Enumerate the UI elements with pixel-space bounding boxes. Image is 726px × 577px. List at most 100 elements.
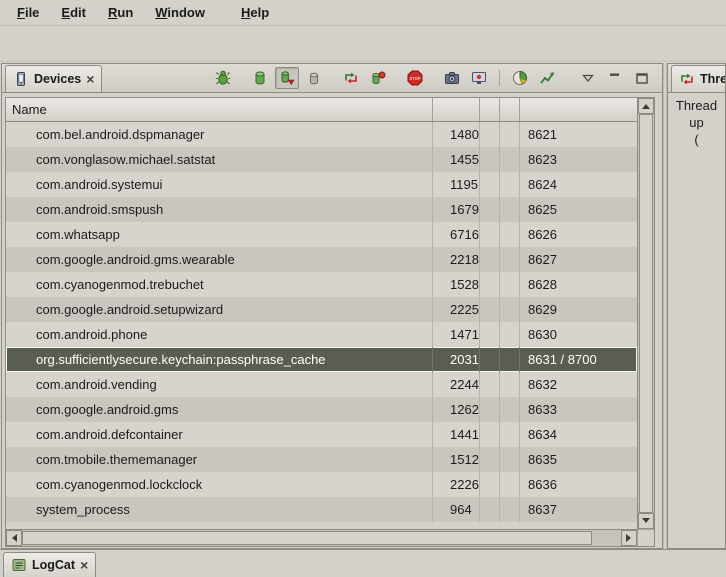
tab-devices[interactable]: Devices × (5, 65, 102, 92)
table-row[interactable]: com.android.phone14718630 (6, 322, 637, 347)
close-icon[interactable]: × (80, 559, 88, 571)
column-header-a[interactable] (480, 98, 500, 121)
table-row[interactable]: com.vonglasow.michael.satstat145538623 (6, 147, 637, 172)
screen-capture-icon (444, 70, 460, 86)
pid-cell: 1195 (433, 172, 480, 197)
port-cell: 8625 (520, 197, 637, 222)
process-name-cell: org.sufficientlysecure.keychain:passphra… (6, 347, 433, 372)
table-row[interactable]: com.android.smspush16798625 (6, 197, 637, 222)
process-name-cell: com.cyanogenmod.lockclock (6, 472, 433, 497)
left-arrow-icon (8, 534, 17, 542)
process-name-cell: com.whatsapp (6, 222, 433, 247)
table-row[interactable]: com.google.android.gms126238633 (6, 397, 637, 422)
debug-cell (500, 297, 520, 322)
svg-text:STOP: STOP (409, 75, 421, 80)
debug-cell (500, 372, 520, 397)
status-cell (480, 447, 500, 472)
update-heap-icon (252, 70, 268, 86)
debug-cell (500, 147, 520, 172)
port-cell: 8628 (520, 272, 637, 297)
dump-hprof-button[interactable] (275, 67, 299, 89)
pid-cell: 964 (433, 497, 480, 522)
system-info-icon (512, 70, 528, 86)
table-row[interactable]: com.android.defcontainer144118634 (6, 422, 637, 447)
debug-cell (500, 322, 520, 347)
table-row[interactable]: com.cyanogenmod.trebuchet15288628 (6, 272, 637, 297)
tab-logcat[interactable]: LogCat × (3, 552, 96, 577)
menu-file[interactable]: File (6, 2, 50, 23)
stop-process-icon: STOP (407, 70, 423, 86)
menu-run[interactable]: Run (97, 2, 144, 23)
status-cell (480, 347, 500, 372)
menu-help[interactable]: Help (230, 2, 280, 23)
column-header-port[interactable] (520, 98, 637, 121)
menu-bar: File Edit Run Window Help (0, 0, 726, 26)
cause-gc-button[interactable] (302, 67, 326, 89)
vertical-scrollbar[interactable] (637, 98, 654, 529)
debug-process-button[interactable] (211, 67, 235, 89)
tab-threads[interactable]: Threads × (671, 65, 726, 92)
dump-hprof-icon (279, 70, 295, 86)
devices-tab-bar: Devices × (2, 64, 662, 93)
up-arrow-icon (642, 100, 650, 109)
devices-view: Devices × (1, 63, 663, 549)
status-cell (480, 372, 500, 397)
debug-cell (500, 422, 520, 447)
column-header-name[interactable]: Name (6, 98, 433, 121)
maximize-icon (634, 70, 650, 86)
screen-record-icon (471, 70, 487, 86)
process-name-cell: com.android.phone (6, 322, 433, 347)
table-row[interactable]: org.sufficientlysecure.keychain:passphra… (6, 347, 637, 372)
vertical-scrollbar-thumb[interactable] (639, 114, 653, 513)
cause-gc-icon (306, 70, 322, 86)
port-cell: 8637 (520, 497, 637, 522)
table-row[interactable]: com.google.android.gms.wearable221858627 (6, 247, 637, 272)
process-name-cell: com.android.smspush (6, 197, 433, 222)
status-cell (480, 297, 500, 322)
close-icon[interactable]: × (86, 73, 94, 85)
status-cell (480, 272, 500, 297)
horizontal-scrollbar-thumb[interactable] (22, 531, 592, 545)
table-row[interactable]: com.whatsapp67168626 (6, 222, 637, 247)
column-header-b[interactable] (500, 98, 520, 121)
view-menu-button[interactable] (576, 67, 600, 89)
debug-cell (500, 272, 520, 297)
screen-capture-button[interactable] (440, 67, 464, 89)
table-row[interactable]: com.cyanogenmod.lockclock222658636 (6, 472, 637, 497)
scroll-up-button[interactable] (638, 98, 654, 114)
table-row[interactable]: com.google.android.setupwizard222508629 (6, 297, 637, 322)
process-name-cell: com.google.android.gms (6, 397, 433, 422)
column-header-pid[interactable] (433, 98, 480, 121)
status-cell (480, 422, 500, 447)
table-row[interactable]: system_process9648637 (6, 497, 637, 522)
table-row[interactable]: com.android.vending224408632 (6, 372, 637, 397)
update-threads-button[interactable] (339, 67, 363, 89)
menu-edit[interactable]: Edit (50, 2, 97, 23)
process-name-cell: com.tmobile.thememanager (6, 447, 433, 472)
table-row[interactable]: com.android.systemui11958624 (6, 172, 637, 197)
table-row[interactable]: com.tmobile.thememanager15128635 (6, 447, 637, 472)
start-method-profiling-icon (370, 70, 386, 86)
process-name-cell: com.vonglasow.michael.satstat (6, 147, 433, 172)
update-heap-button[interactable] (248, 67, 272, 89)
table-row[interactable]: com.bel.android.dspmanager14808621 (6, 122, 637, 147)
method-tracer-button[interactable] (535, 67, 559, 89)
maximize-button[interactable] (630, 67, 654, 89)
menu-window[interactable]: Window (144, 2, 216, 23)
pid-cell: 22250 (433, 297, 480, 322)
port-cell: 8621 (520, 122, 637, 147)
start-method-profiling-button[interactable] (366, 67, 390, 89)
scroll-right-button[interactable] (621, 530, 637, 546)
scroll-left-button[interactable] (6, 530, 22, 546)
status-cell (480, 397, 500, 422)
tab-logcat-label: LogCat (32, 558, 75, 572)
screen-record-button[interactable] (467, 67, 491, 89)
pid-cell: 12623 (433, 397, 480, 422)
pid-cell: 6716 (433, 222, 480, 247)
logcat-icon (11, 557, 27, 573)
stop-process-button[interactable]: STOP (403, 67, 427, 89)
system-info-button[interactable] (508, 67, 532, 89)
scroll-down-button[interactable] (638, 513, 654, 529)
horizontal-scrollbar[interactable] (6, 529, 637, 546)
minimize-button[interactable] (603, 67, 627, 89)
